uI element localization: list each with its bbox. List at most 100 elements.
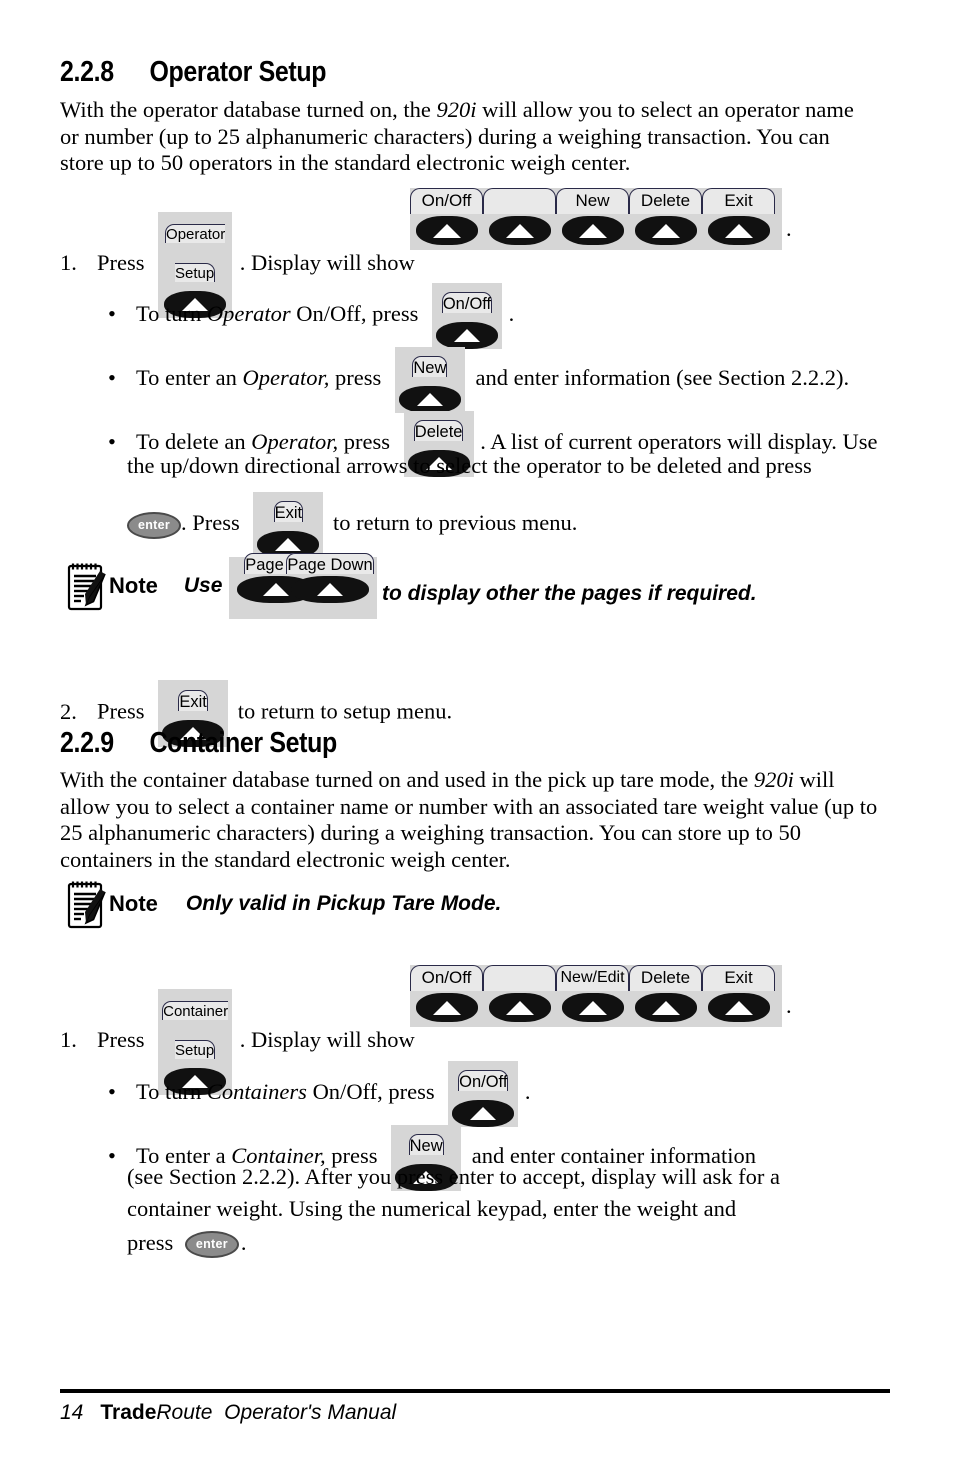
step-text-after: to return to setup menu. — [237, 698, 453, 724]
softkey-button[interactable] — [561, 216, 624, 245]
up-arrow-icon — [505, 223, 534, 238]
footer-brand-rest: Route — [156, 1401, 213, 1424]
up-arrow-icon — [578, 1000, 607, 1015]
onoff-key[interactable]: On/Off — [448, 1061, 519, 1127]
softkey-label: New/Edit — [556, 965, 629, 991]
onoff-key-button[interactable] — [452, 1100, 515, 1127]
exit-key-label: Exit — [273, 501, 304, 522]
up-arrow-icon — [578, 223, 607, 238]
bullet-line2: (see Section 2.2.2). After you press ent… — [127, 1164, 780, 1189]
notepad-pencil-icon — [66, 560, 108, 612]
softkey-button[interactable] — [488, 993, 551, 1022]
note-pickup-tare: Note Only valid in Pickup Tare Mode. — [66, 878, 501, 930]
bullet-text-2: press — [329, 365, 382, 391]
bullet-marker: • — [108, 301, 116, 327]
up-arrow-icon — [432, 223, 461, 238]
step-text-before: Press — [97, 250, 145, 276]
softkey-label: On/Off — [410, 965, 483, 991]
new-key-button[interactable] — [398, 386, 461, 413]
up-arrow-icon — [651, 1000, 680, 1015]
bullet-text-after: and enter information (see Section 2.2.2… — [475, 365, 850, 391]
emphasis-operator: Operator, — [242, 365, 330, 391]
up-arrow-icon — [317, 583, 343, 596]
footer-brand-bold: Trade — [100, 1401, 157, 1424]
softkey-label: Delete — [629, 965, 702, 991]
section-number: 2.2.9 — [60, 727, 114, 759]
manual-page: 2.2.8 Operator Setup With the operator da… — [0, 0, 954, 1475]
intro-part-1: With the container database turned on an… — [60, 767, 754, 792]
step-marker: 1. — [60, 1027, 77, 1053]
footer-page-number: 14 — [60, 1401, 84, 1424]
section-heading-228: 2.2.8 Operator Setup — [60, 56, 327, 89]
softkey-cell[interactable]: New — [556, 188, 629, 245]
softkey-button[interactable] — [488, 216, 551, 245]
bullet-text-2: On/Off, press — [290, 301, 419, 327]
onoff-key-label: On/Off — [441, 292, 493, 313]
softkey-cell[interactable]: Delete — [629, 965, 702, 1022]
up-arrow-icon — [470, 1107, 497, 1120]
bullet-marker: • — [108, 1079, 116, 1105]
container-softkey-display-strip: On/Off New/Edit Delete Exit — [410, 965, 782, 1027]
bullet-line3-end: to return to previous menu. — [333, 510, 578, 536]
new-key-label: New — [408, 1134, 444, 1155]
page-footer: 14 TradeRoute Operator's Manual — [60, 1401, 396, 1425]
bullet-line2: the up/down directional arrows to select… — [127, 453, 812, 478]
exit-key[interactable]: Exit — [253, 492, 324, 558]
section-title: Container Setup — [149, 727, 337, 759]
model-name-920i: 920i — [753, 767, 794, 792]
bullet-line4-before: press — [127, 1230, 174, 1255]
softkey-cell[interactable]: Delete — [629, 188, 702, 245]
softkey-cell[interactable] — [483, 188, 556, 245]
softkey-label: Exit — [702, 188, 775, 214]
page-down-key[interactable]: Page Down — [285, 553, 375, 603]
section-229-intro: With the container database turned on an… — [60, 767, 890, 873]
softkey-cell[interactable] — [483, 965, 556, 1022]
intro-part-1: With the operator database turned on, th… — [60, 97, 437, 122]
new-key[interactable]: New — [394, 347, 465, 413]
bullet-line3: container weight. Using the numerical ke… — [127, 1196, 737, 1221]
softkey-cell[interactable]: New/Edit — [556, 965, 629, 1022]
operator-bullet-delete-line2: the up/down directional arrows to select… — [127, 447, 812, 485]
exit-key-label: Exit — [178, 690, 208, 711]
step-marker: 2. — [60, 698, 77, 724]
softkey-label: On/Off — [410, 188, 483, 214]
onoff-key[interactable]: On/Off — [432, 283, 502, 349]
operator-bullet-new: • To enter an Operator, press New and ent… — [108, 347, 849, 413]
page-down-key-button[interactable] — [291, 576, 369, 603]
onoff-key-label: On/Off — [458, 1070, 509, 1091]
section-number: 2.2.8 — [60, 56, 114, 88]
enter-key[interactable]: enter — [184, 1231, 239, 1259]
softkey-button[interactable] — [634, 993, 697, 1022]
container-setup-key-label: Container Setup — [162, 1001, 229, 1059]
softkey-button[interactable] — [561, 993, 624, 1022]
note-keys-strip: Page up Page Down — [229, 553, 377, 619]
softkey-button[interactable] — [634, 216, 697, 245]
section-228-intro: With the operator database turned on, th… — [60, 97, 865, 177]
note-label: Note — [109, 573, 158, 598]
footer-rule — [60, 1389, 890, 1393]
softkey-cell[interactable]: Exit — [702, 965, 775, 1022]
softkey-cell[interactable]: Exit — [702, 188, 775, 245]
softkey-label: New — [556, 188, 629, 214]
softkey-cell[interactable]: On/Off — [410, 188, 483, 245]
softkey-button[interactable] — [707, 993, 770, 1022]
softkey-button[interactable] — [415, 216, 478, 245]
note-label: Note — [109, 891, 158, 916]
enter-key[interactable]: enter — [127, 511, 181, 539]
step-text-after: . Display will show — [239, 250, 415, 276]
up-arrow-icon — [275, 538, 302, 551]
up-arrow-icon — [724, 223, 753, 238]
softkey-cell[interactable]: On/Off — [410, 965, 483, 1022]
bullet-text-1: To turn — [136, 301, 207, 327]
softkey-button[interactable] — [415, 993, 478, 1022]
operator-setup-key-label: Operator Setup — [165, 224, 226, 282]
up-arrow-icon — [432, 1000, 461, 1015]
softkey-button[interactable] — [707, 216, 770, 245]
up-arrow-icon — [416, 393, 443, 406]
softkey-label: Delete — [629, 188, 702, 214]
step-marker: 1. — [60, 250, 77, 276]
bullet-text-after: . — [524, 1079, 531, 1105]
onoff-key-button[interactable] — [436, 322, 498, 349]
container-setup-key-label-line1: Container — [163, 1003, 229, 1020]
operator-softkey-display-strip: On/Off New Delete Exit — [410, 188, 782, 250]
